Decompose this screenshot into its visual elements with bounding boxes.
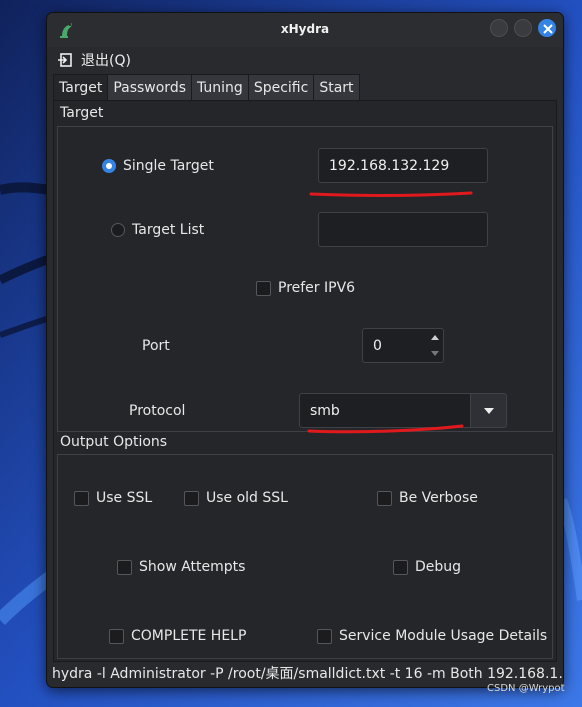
exit-icon bbox=[58, 53, 72, 67]
target-group-title: Target bbox=[60, 105, 104, 121]
window-title: xHydra bbox=[280, 22, 330, 36]
chevron-down-icon bbox=[483, 407, 494, 414]
xhydra-window: xHydra 退出(Q) Target Passwords Tuning Spe… bbox=[46, 12, 564, 688]
radio-unselected-icon bbox=[111, 223, 125, 237]
title-bar[interactable]: xHydra bbox=[47, 13, 563, 47]
checkbox-icon bbox=[377, 490, 392, 506]
tab-passwords[interactable]: Passwords bbox=[107, 74, 192, 101]
target-list-label: Target List bbox=[132, 222, 205, 238]
single-target-radio[interactable]: Single Target bbox=[102, 158, 214, 174]
port-label: Port bbox=[142, 338, 170, 354]
show-attempts-checkbox[interactable]: Show Attempts bbox=[117, 559, 245, 575]
minimize-button[interactable] bbox=[490, 19, 508, 37]
prefer-ipv6-label: Prefer IPV6 bbox=[278, 280, 356, 296]
debug-label: Debug bbox=[415, 559, 462, 575]
be-verbose-label: Be Verbose bbox=[399, 490, 478, 506]
port-value: 0 bbox=[373, 337, 382, 354]
complete-help-label: COMPLETE HELP bbox=[131, 628, 247, 644]
menu-item-quit[interactable]: 退出(Q) bbox=[57, 50, 131, 70]
service-module-usage-label: Service Module Usage Details bbox=[339, 628, 548, 644]
use-ssl-checkbox[interactable]: Use SSL bbox=[74, 490, 152, 506]
tab-bar: Target Passwords Tuning Specific Start bbox=[53, 74, 360, 102]
port-spin-buttons bbox=[427, 329, 443, 362]
use-old-ssl-checkbox[interactable]: Use old SSL bbox=[184, 490, 288, 506]
spin-up-button[interactable] bbox=[427, 329, 443, 346]
target-list-input[interactable] bbox=[318, 212, 488, 247]
checkbox-icon bbox=[184, 490, 199, 506]
tab-start[interactable]: Start bbox=[313, 74, 360, 101]
service-module-usage-checkbox[interactable]: Service Module Usage Details bbox=[317, 628, 547, 644]
menu-bar: 退出(Q) bbox=[47, 47, 563, 71]
checkbox-icon bbox=[109, 628, 124, 644]
prefer-ipv6-checkbox[interactable]: Prefer IPV6 bbox=[256, 280, 355, 296]
target-tab-panel: Target Single Target 192.168.132.129 Tar… bbox=[53, 100, 557, 662]
menu-item-quit-label: 退出(Q) bbox=[81, 53, 131, 69]
close-button[interactable] bbox=[538, 19, 556, 37]
checkbox-icon bbox=[74, 490, 89, 506]
maximize-button[interactable] bbox=[514, 19, 532, 37]
red-underline-annotation bbox=[307, 424, 464, 434]
protocol-dropdown-button[interactable] bbox=[470, 393, 507, 428]
debug-checkbox[interactable]: Debug bbox=[393, 559, 461, 575]
close-icon bbox=[543, 24, 553, 34]
chevron-down-icon bbox=[431, 351, 439, 357]
show-attempts-label: Show Attempts bbox=[139, 559, 246, 575]
radio-selected-icon bbox=[102, 159, 116, 173]
watermark: CSDN @Wrypot bbox=[487, 683, 565, 694]
red-underline-annotation bbox=[309, 191, 473, 197]
complete-help-checkbox[interactable]: COMPLETE HELP bbox=[109, 628, 246, 644]
output-options-title: Output Options bbox=[60, 434, 168, 450]
single-target-label: Single Target bbox=[123, 158, 214, 174]
checkbox-icon bbox=[117, 559, 132, 575]
protocol-label: Protocol bbox=[129, 403, 186, 419]
checkbox-icon bbox=[393, 559, 408, 575]
single-target-input[interactable]: 192.168.132.129 bbox=[318, 148, 488, 183]
tab-tuning[interactable]: Tuning bbox=[191, 74, 249, 101]
tab-target[interactable]: Target bbox=[53, 74, 109, 102]
target-list-radio[interactable]: Target List bbox=[111, 222, 204, 238]
spin-down-button[interactable] bbox=[427, 346, 443, 363]
use-ssl-label: Use SSL bbox=[96, 490, 153, 506]
be-verbose-checkbox[interactable]: Be Verbose bbox=[377, 490, 478, 506]
tab-specific[interactable]: Specific bbox=[247, 74, 315, 101]
chevron-up-icon bbox=[431, 334, 439, 340]
port-spinbox[interactable]: 0 bbox=[362, 328, 444, 363]
use-old-ssl-label: Use old SSL bbox=[206, 490, 288, 506]
checkbox-icon bbox=[317, 628, 332, 644]
checkbox-icon bbox=[256, 280, 271, 296]
